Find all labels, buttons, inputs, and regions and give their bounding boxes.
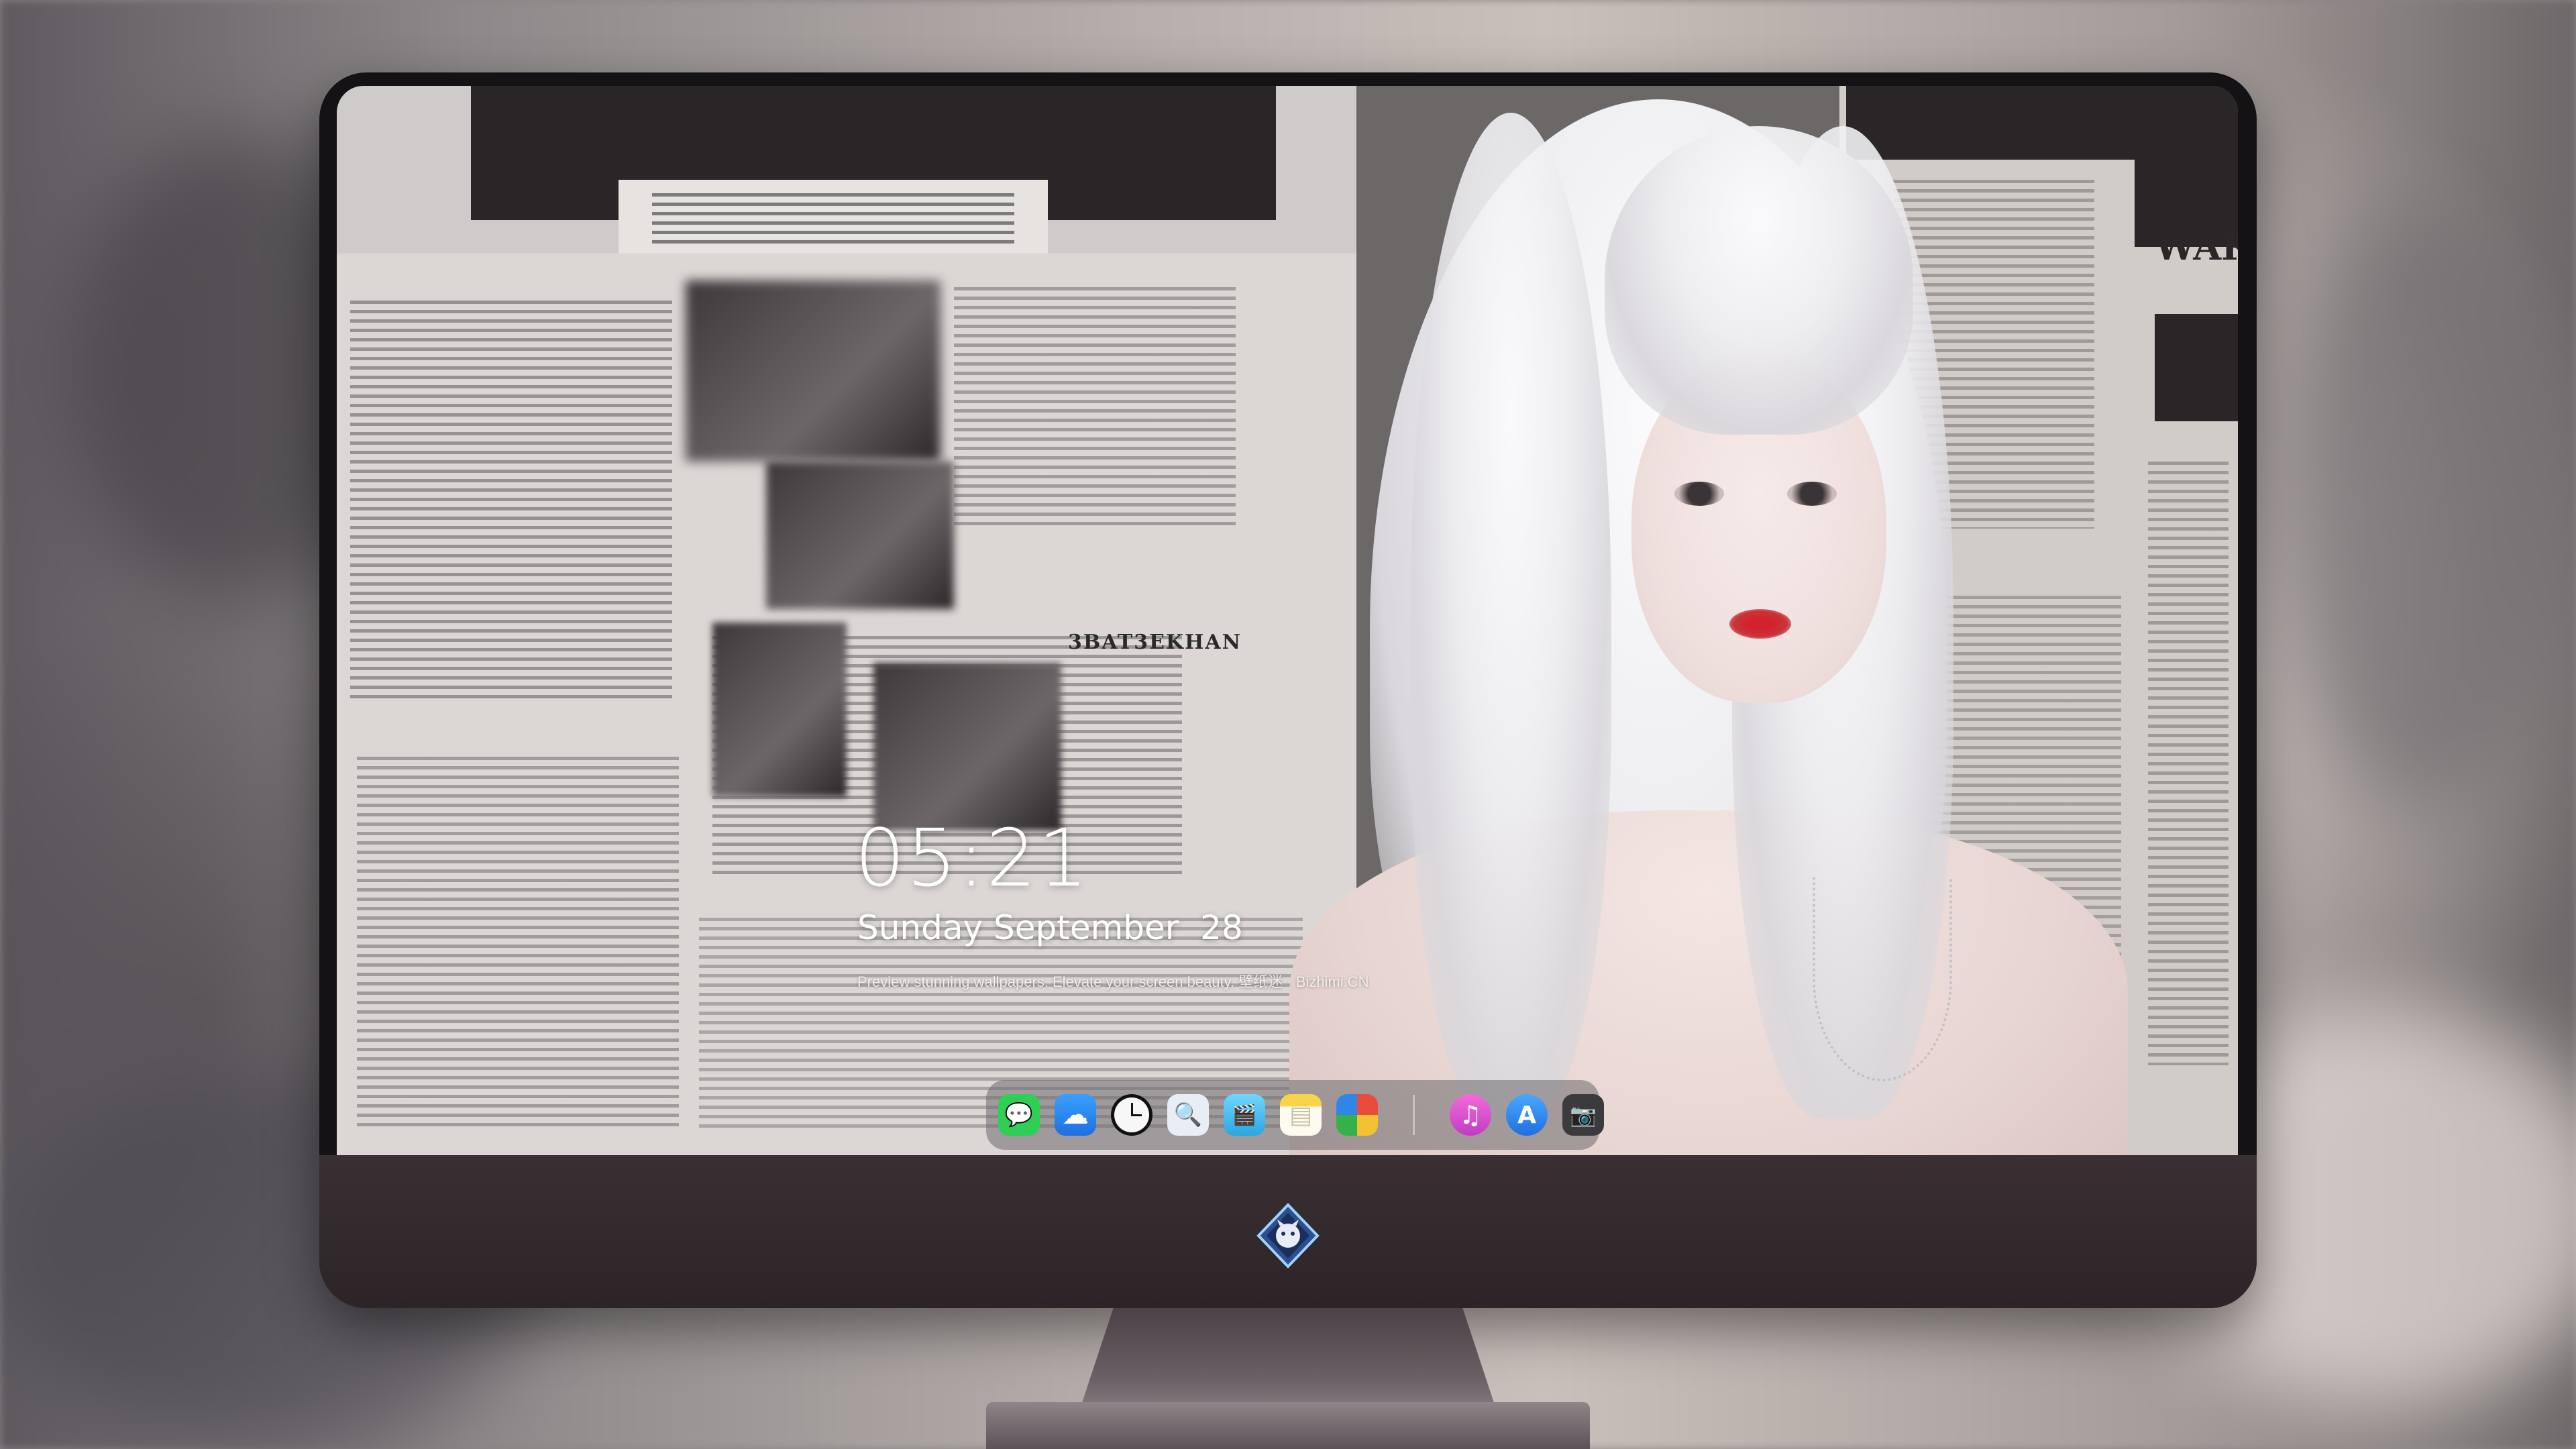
- necklace: [1813, 877, 1952, 1081]
- clock-date: Sunday September 28: [857, 908, 1243, 947]
- newspaper-headline: WAR: [2155, 225, 2238, 268]
- desktop-screen: 3BAT3EKHAN WAR 05:21 Sunday September 28…: [337, 86, 2238, 1155]
- clock-time: 05:21: [855, 812, 1090, 904]
- newspaper-text-lines: [652, 193, 1014, 247]
- screenshot-icon[interactable]: 📷: [1562, 1094, 1604, 1136]
- clock-icon[interactable]: [1111, 1094, 1152, 1136]
- monitor-stand-base: [986, 1402, 1590, 1449]
- newspaper-photo: [873, 663, 1061, 830]
- figure-bangs: [1605, 126, 1913, 435]
- app-store-icon[interactable]: A: [1506, 1094, 1548, 1136]
- figure-hair-left: [1410, 113, 1611, 1119]
- brand-logo-icon: [1256, 1203, 1320, 1269]
- newspaper-photo: [686, 280, 941, 462]
- preview-icon[interactable]: 🔍: [1167, 1094, 1209, 1136]
- music-icon[interactable]: ♫: [1450, 1094, 1491, 1136]
- newspaper-headline: 3BAT3EKHAN: [1068, 631, 1242, 654]
- newspaper-photo: [766, 462, 954, 609]
- newspaper-text-lines: [954, 287, 1236, 529]
- monitor-stand: [1080, 1308, 1496, 1409]
- photo-booth-icon[interactable]: [1336, 1094, 1378, 1136]
- newspaper-photo: [712, 623, 847, 797]
- newspaper-text-lines: [357, 757, 679, 1132]
- dock-separator: [1413, 1095, 1415, 1135]
- newspaper-text-lines: [2148, 462, 2229, 1065]
- newspaper-text-lines: [350, 301, 672, 703]
- dock: 💬 ☁ 🔍 🎬 ▤ ♫ A 📷: [986, 1080, 1604, 1150]
- weather-icon[interactable]: ☁: [1055, 1094, 1096, 1136]
- messages-icon[interactable]: 💬: [998, 1094, 1040, 1136]
- wallpaper-tagline: Preview stunning wallpapers. Elevate you…: [857, 973, 1369, 990]
- newspaper-dark-block: [2155, 314, 2238, 421]
- clips-icon[interactable]: 🎬: [1224, 1094, 1265, 1136]
- newspaper-dark-block: [2135, 86, 2238, 247]
- notes-icon[interactable]: ▤: [1280, 1094, 1322, 1136]
